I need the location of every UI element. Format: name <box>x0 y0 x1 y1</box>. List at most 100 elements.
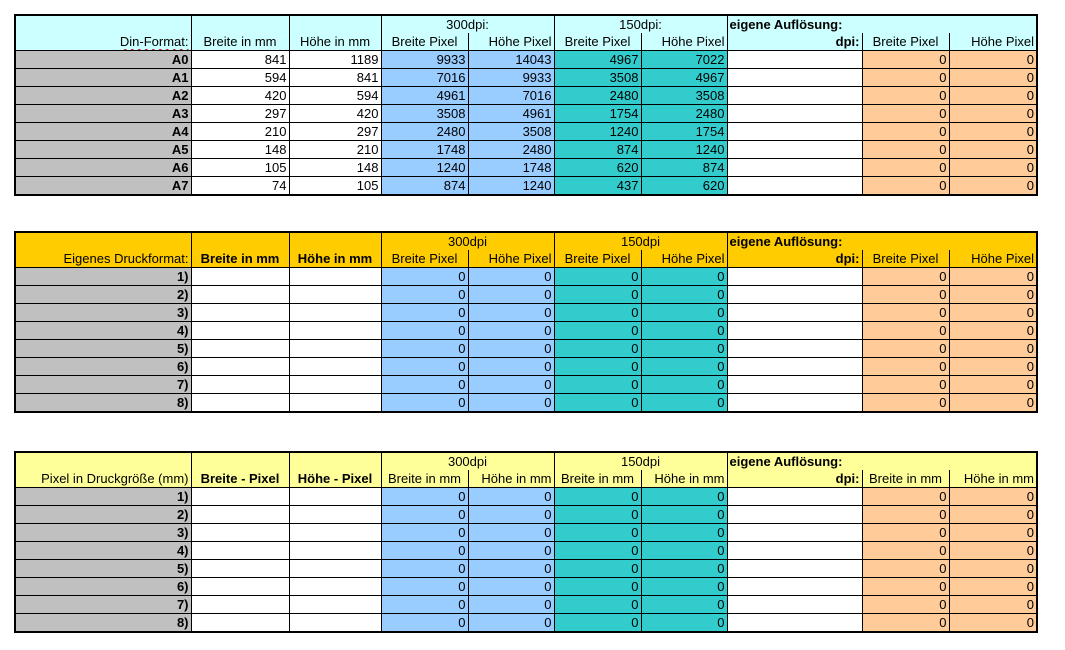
cell-width[interactable]: 74 <box>190 176 290 196</box>
cell-custom-dpi-input[interactable] <box>726 68 863 87</box>
cell-width-300dpi: 0 <box>380 267 469 286</box>
cell-width[interactable] <box>190 303 290 322</box>
cell-custom-dpi-input[interactable] <box>726 357 863 376</box>
cell-width[interactable] <box>190 375 290 394</box>
header-blank <box>288 14 382 33</box>
cell-width-150dpi: 2480 <box>553 86 642 105</box>
cell-height[interactable] <box>288 321 382 340</box>
cell-height[interactable]: 210 <box>288 140 382 159</box>
header-custom-resolution: eigene Auflösung: <box>726 451 1038 470</box>
cell-custom-dpi-input[interactable] <box>726 595 863 614</box>
header-custom-format: Eigenes Druckformat: <box>14 250 192 268</box>
table-row: A0 841 1189 9933 14043 4967 7022 0 0 <box>14 50 1038 69</box>
cell-width[interactable] <box>190 285 290 304</box>
cell-width[interactable] <box>190 541 290 560</box>
cell-width-150dpi: 0 <box>553 393 642 413</box>
cell-width[interactable] <box>190 321 290 340</box>
cell-width-custom: 0 <box>861 285 950 304</box>
cell-custom-dpi-input[interactable] <box>726 303 863 322</box>
cell-height[interactable] <box>288 577 382 596</box>
cell-height[interactable] <box>288 541 382 560</box>
cell-custom-dpi-input[interactable] <box>726 613 863 633</box>
cell-height[interactable] <box>288 357 382 376</box>
cell-height-150dpi: 0 <box>640 303 728 322</box>
cell-width[interactable]: 297 <box>190 104 290 123</box>
cell-width[interactable] <box>190 487 290 506</box>
cell-width[interactable] <box>190 595 290 614</box>
cell-custom-dpi-input[interactable] <box>726 523 863 542</box>
header-width-mm: Breite in mm <box>190 250 290 268</box>
cell-height[interactable] <box>288 559 382 578</box>
cell-custom-dpi-input[interactable] <box>726 375 863 394</box>
cell-width[interactable]: 148 <box>190 140 290 159</box>
cell-width[interactable] <box>190 393 290 413</box>
table-row: 4) 0 0 0 0 0 0 <box>14 541 1038 560</box>
cell-height[interactable] <box>288 339 382 358</box>
cell-height[interactable] <box>288 613 382 633</box>
cell-width-300dpi: 0 <box>380 595 469 614</box>
cell-width[interactable] <box>190 267 290 286</box>
cell-height[interactable] <box>288 393 382 413</box>
cell-custom-dpi-input[interactable] <box>726 577 863 596</box>
cell-custom-dpi-input[interactable] <box>726 267 863 286</box>
cell-custom-dpi-input[interactable] <box>726 487 863 506</box>
cell-width-300dpi: 0 <box>380 505 469 524</box>
cell-width[interactable]: 105 <box>190 158 290 177</box>
cell-width[interactable] <box>190 559 290 578</box>
table-row: 8) 0 0 0 0 0 0 <box>14 393 1038 413</box>
table-row: A2 420 594 4961 7016 2480 3508 0 0 <box>14 86 1038 105</box>
cell-width[interactable] <box>190 613 290 633</box>
cell-height[interactable] <box>288 267 382 286</box>
cell-custom-dpi-input[interactable] <box>726 176 863 196</box>
table-row: 2) 0 0 0 0 0 0 <box>14 285 1038 304</box>
cell-custom-dpi-input[interactable] <box>726 505 863 524</box>
cell-height[interactable]: 105 <box>288 176 382 196</box>
cell-custom-dpi-input[interactable] <box>726 86 863 105</box>
cell-custom-dpi-input[interactable] <box>726 559 863 578</box>
cell-height-150dpi: 0 <box>640 523 728 542</box>
cell-height[interactable]: 148 <box>288 158 382 177</box>
cell-custom-dpi-input[interactable] <box>726 285 863 304</box>
header-height-pixel: Höhe - Pixel <box>288 470 382 488</box>
cell-width-custom: 0 <box>861 523 950 542</box>
cell-width[interactable] <box>190 523 290 542</box>
cell-custom-dpi-input[interactable] <box>726 158 863 177</box>
cell-height[interactable] <box>288 523 382 542</box>
cell-width[interactable] <box>190 505 290 524</box>
cell-width[interactable] <box>190 577 290 596</box>
cell-height[interactable] <box>288 487 382 506</box>
cell-height[interactable]: 297 <box>288 122 382 141</box>
cell-custom-dpi-input[interactable] <box>726 541 863 560</box>
cell-custom-dpi-input[interactable] <box>726 393 863 413</box>
cell-custom-dpi-input[interactable] <box>726 50 863 69</box>
cell-custom-dpi-input[interactable] <box>726 321 863 340</box>
cell-width[interactable]: 210 <box>190 122 290 141</box>
cell-width-150dpi: 0 <box>553 505 642 524</box>
cell-height[interactable] <box>288 595 382 614</box>
cell-width[interactable] <box>190 357 290 376</box>
cell-height[interactable]: 1189 <box>288 50 382 69</box>
cell-width[interactable] <box>190 339 290 358</box>
cell-height[interactable]: 420 <box>288 104 382 123</box>
cell-height-custom: 0 <box>948 505 1038 524</box>
cell-height[interactable]: 841 <box>288 68 382 87</box>
cell-custom-dpi-input[interactable] <box>726 122 863 141</box>
cell-height[interactable] <box>288 375 382 394</box>
cell-width[interactable]: 594 <box>190 68 290 87</box>
cell-width[interactable]: 841 <box>190 50 290 69</box>
cell-custom-dpi-input[interactable] <box>726 104 863 123</box>
cell-height-150dpi: 3508 <box>640 86 728 105</box>
cell-height[interactable] <box>288 505 382 524</box>
header-height-px-150: Höhe Pixel <box>640 250 728 268</box>
cell-height[interactable] <box>288 285 382 304</box>
row-label: A3 <box>14 104 192 123</box>
cell-custom-dpi-input[interactable] <box>726 339 863 358</box>
table-row: 5) 0 0 0 0 0 0 <box>14 559 1038 578</box>
cell-custom-dpi-input[interactable] <box>726 140 863 159</box>
table-row: A6 105 148 1240 1748 620 874 0 0 <box>14 158 1038 177</box>
cell-height-custom: 0 <box>948 577 1038 596</box>
cell-width[interactable]: 420 <box>190 86 290 105</box>
cell-height[interactable] <box>288 303 382 322</box>
cell-width-custom: 0 <box>861 393 950 413</box>
cell-height[interactable]: 594 <box>288 86 382 105</box>
